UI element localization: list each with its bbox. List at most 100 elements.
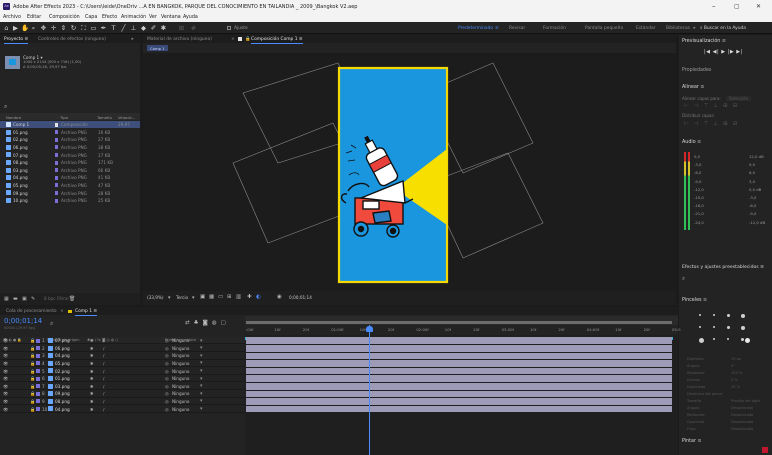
layer-label-chip[interactable] xyxy=(36,368,40,373)
brush-tip-dot[interactable] xyxy=(741,326,745,330)
project-item-row[interactable]: 07.png Archivo PNG 17 KB xyxy=(0,151,140,158)
timeline-layer-row[interactable]: 👁 🔒 4 05.png ✱ ∕ ◎ Ninguno ▾ xyxy=(0,360,245,368)
interpret-footage-icon[interactable]: ▦ xyxy=(4,296,9,302)
parent-dropdown[interactable]: Ninguno xyxy=(172,391,189,396)
guides-icon[interactable]: ⊞ xyxy=(227,294,232,300)
layer-source-name[interactable]: 08.png xyxy=(55,399,70,404)
resolution-chevron-down-icon[interactable]: ▾ xyxy=(192,295,195,301)
brush-property-value[interactable]: 25 % xyxy=(731,385,740,389)
visibility-eye-icon[interactable]: 👁 xyxy=(3,384,8,390)
timeline-layer-row[interactable]: 👁 🔒 8 09.png ✱ ∕ ◎ Ninguno ▾ xyxy=(0,390,245,398)
menu-ver[interactable]: Ver xyxy=(149,15,157,20)
close-timeline-tab-icon[interactable]: × xyxy=(60,309,64,314)
layer-duration-bar[interactable] xyxy=(246,345,672,352)
layer-duration-bar[interactable] xyxy=(246,405,672,413)
layer-duration-bar[interactable] xyxy=(246,360,672,367)
layer-label-chip[interactable] xyxy=(36,406,40,411)
layer-duration-bar[interactable] xyxy=(246,367,672,375)
brush-tip-dot[interactable] xyxy=(713,338,715,340)
timeline-layer-row[interactable]: 👁 🔒 1 07.png ✱ ∕ ◎ Ninguno ▾ xyxy=(0,337,245,345)
project-item-row[interactable]: 01.png Archivo PNG 16 KB xyxy=(0,129,140,136)
timeline-layer-row[interactable]: 👁 🔒 3 04.png ✱ ∕ ◎ Ninguno ▾ xyxy=(0,352,245,360)
parent-dropdown[interactable]: Ninguno xyxy=(172,369,189,374)
zoom-chevron-down-icon[interactable]: ▾ xyxy=(168,295,171,301)
label-color-chip[interactable] xyxy=(55,198,58,203)
close-button[interactable]: ✕ xyxy=(756,3,761,10)
lock-toggle-icon[interactable]: 🔒 xyxy=(30,376,35,382)
workspace-predeterminado[interactable]: Predeterminado xyxy=(458,26,493,31)
brush-property-value[interactable]: 19 px xyxy=(731,357,741,361)
brush-property-value[interactable]: 100 % xyxy=(731,371,742,375)
minimize-button[interactable]: – xyxy=(712,2,716,10)
quality-switch-icon[interactable]: ∕ xyxy=(103,407,104,412)
orbit-camera-icon[interactable]: ✥ xyxy=(40,24,47,32)
visibility-eye-icon[interactable]: 👁 xyxy=(3,346,8,352)
menu-capa[interactable]: Capa xyxy=(85,15,97,20)
label-color-chip[interactable] xyxy=(55,183,58,188)
menu-editar[interactable]: Editar xyxy=(27,15,41,20)
menu-composicion[interactable]: Composición xyxy=(49,15,80,20)
parent-chevron-down-icon[interactable]: ▾ xyxy=(200,345,203,351)
pan-camera-icon[interactable]: ✛ xyxy=(50,24,57,32)
parent-chevron-down-icon[interactable]: ▾ xyxy=(200,368,203,374)
work-area-bar[interactable] xyxy=(245,316,678,325)
timeline-layer-row[interactable]: 👁 🔒 9 08.png ✱ ∕ ◎ Ninguno ▾ xyxy=(0,398,245,406)
dolly-camera-icon[interactable]: ⇕ xyxy=(60,24,67,32)
distribute-buttons-row[interactable]: ⊢⊣⊤⊥⊞⊟ xyxy=(684,121,742,127)
preview-panel-title[interactable]: Previsualización ≡ xyxy=(682,39,726,44)
quality-switch-icon[interactable]: ∕ xyxy=(103,346,104,351)
menu-ayuda[interactable]: Ayuda xyxy=(183,15,198,20)
bpc-label[interactable]: 8 bpc xyxy=(44,296,56,301)
brushes-panel-title[interactable]: Pinceles ≡ xyxy=(682,298,707,303)
brush-property-value[interactable]: Desactivado xyxy=(731,413,753,417)
lock-toggle-icon[interactable]: 🔒 xyxy=(30,399,35,405)
layer-duration-bar[interactable] xyxy=(246,390,672,398)
menu-efecto[interactable]: Efecto xyxy=(102,15,117,20)
quality-switch-icon[interactable]: ∕ xyxy=(103,399,104,404)
timeline-switches-icons[interactable]: ⇄♣◙◍▢ xyxy=(185,320,230,326)
parent-chevron-down-icon[interactable]: ▾ xyxy=(200,338,203,344)
layer-duration-bar[interactable] xyxy=(246,352,672,360)
viewer-timecode[interactable]: 0;00;01;14 xyxy=(289,295,312,300)
project-item-row[interactable]: 04.png Archivo PNG 41 KB xyxy=(0,174,140,181)
maximize-button[interactable]: ▢ xyxy=(734,3,740,10)
visibility-eye-icon[interactable]: 👁 xyxy=(3,338,8,344)
align-panel-title[interactable]: Alinear ≡ xyxy=(682,85,704,90)
more-workspaces-button[interactable]: » xyxy=(693,26,696,31)
properties-panel-title[interactable]: Propiedades xyxy=(682,68,711,73)
roto-brush-icon[interactable]: ✐ xyxy=(150,24,157,32)
channel-icon[interactable]: ▥ xyxy=(236,294,241,300)
workspace-estandar[interactable]: Estándar xyxy=(636,26,656,31)
timeline-layer-row[interactable]: 👁 🔒 2 06.png ✱ ∕ ◎ Ninguno ▾ xyxy=(0,345,245,352)
new-folder-icon[interactable]: ▬ xyxy=(13,296,18,302)
layer-duration-bar[interactable] xyxy=(246,375,672,382)
eraser-tool-icon[interactable]: ◆ xyxy=(140,24,147,32)
brush-tip-dot[interactable] xyxy=(713,326,715,328)
label-color-chip[interactable] xyxy=(55,175,58,180)
column-fps[interactable]: Velocid... xyxy=(118,115,135,120)
lock-toggle-icon[interactable]: 🔒 xyxy=(30,391,35,397)
quality-switch-icon[interactable]: ∕ xyxy=(103,361,104,366)
puppet-pin-icon[interactable]: ✱ xyxy=(160,24,167,32)
visibility-eye-icon[interactable]: 👁 xyxy=(3,353,8,359)
effects-presets-title[interactable]: Efectos y ajustes preestablecidos ≡ xyxy=(682,265,764,270)
lock-icon[interactable]: 🔒 xyxy=(245,37,250,42)
project-item-row[interactable]: 09.png Archivo PNG 28 KB xyxy=(0,189,140,196)
label-color-chip[interactable] xyxy=(55,168,58,173)
shy-switch-icon[interactable]: ✱ xyxy=(90,346,94,351)
layer-duration-bar[interactable] xyxy=(246,398,672,405)
quality-switch-icon[interactable]: ∕ xyxy=(103,353,104,358)
parent-dropdown[interactable]: Ninguno xyxy=(172,376,189,381)
tab-project[interactable]: Proyecto ≡ xyxy=(4,37,29,44)
parent-pickwhip-icon[interactable]: ◎ xyxy=(165,346,169,351)
layer-label-chip[interactable] xyxy=(36,391,40,396)
layer-source-name[interactable]: 01.png xyxy=(55,376,70,381)
project-item-row[interactable]: 10.png Archivo PNG 25 KB xyxy=(0,197,140,204)
audio-panel-title[interactable]: Audio ≡ xyxy=(682,140,701,145)
workspace-pantalla-pequena[interactable]: Pantalla pequeña xyxy=(585,26,623,31)
column-size[interactable]: Tamaño xyxy=(97,115,112,120)
playhead-handle[interactable] xyxy=(366,326,373,332)
new-comp-icon[interactable]: ▣ xyxy=(22,296,27,302)
parent-pickwhip-icon[interactable]: ◎ xyxy=(165,384,169,389)
layer-source-name[interactable]: 02.png xyxy=(55,369,70,374)
